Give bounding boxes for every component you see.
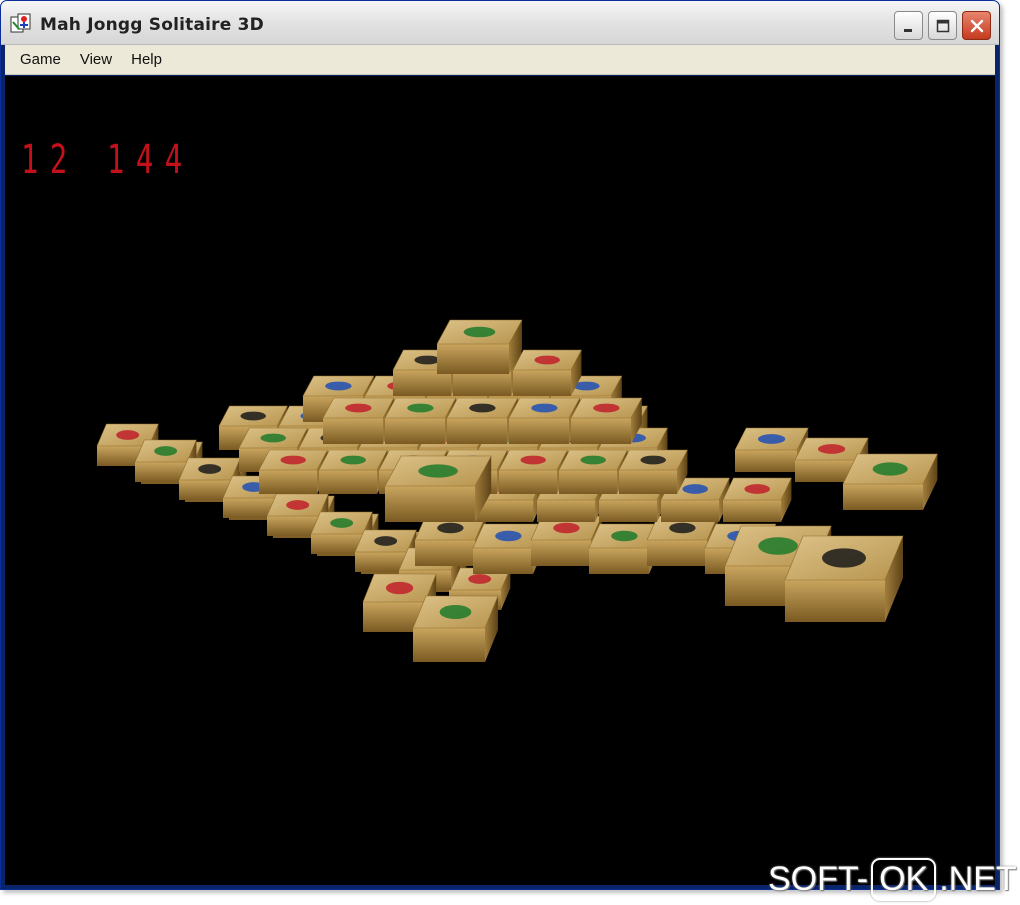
minimize-button[interactable] xyxy=(894,11,923,40)
mahjong-app-icon xyxy=(10,13,31,33)
mahjong-tile[interactable] xyxy=(446,397,519,444)
mahjong-tile[interactable] xyxy=(842,453,938,510)
app-window: Mah Jongg Solitaire 3D Game View Help 12… xyxy=(0,0,1000,890)
mahjong-tile[interactable] xyxy=(570,397,643,444)
mahjong-tile[interactable] xyxy=(318,449,388,494)
mahjong-tile[interactable] xyxy=(384,397,457,444)
mahjong-tile[interactable] xyxy=(384,455,492,522)
title-bar[interactable]: Mah Jongg Solitaire 3D xyxy=(1,1,999,45)
minimize-icon xyxy=(903,28,912,32)
menu-bar: Game View Help xyxy=(5,45,995,75)
mahjong-tile[interactable] xyxy=(558,449,628,494)
watermark: SOFT- OK .NET xyxy=(768,857,1017,901)
mahjong-tile[interactable] xyxy=(784,535,904,622)
mahjong-tile[interactable] xyxy=(618,449,688,494)
maximize-button[interactable] xyxy=(928,11,957,40)
watermark-right: .NET xyxy=(939,859,1017,898)
mahjong-board[interactable] xyxy=(5,76,995,885)
menu-game[interactable]: Game xyxy=(11,49,70,70)
mahjong-tile[interactable] xyxy=(258,449,328,494)
close-button[interactable] xyxy=(962,11,991,40)
game-viewport[interactable]: 12 144 xyxy=(5,76,995,885)
mahjong-tile[interactable] xyxy=(508,397,581,444)
mahjong-tile[interactable] xyxy=(722,477,792,522)
watermark-left: SOFT- xyxy=(768,859,869,898)
mahjong-tile[interactable] xyxy=(512,349,582,396)
tile-layout xyxy=(96,319,938,662)
watermark-box: OK xyxy=(871,857,937,901)
mahjong-tile[interactable] xyxy=(436,319,523,374)
mahjong-tile[interactable] xyxy=(498,449,568,494)
window-title: Mah Jongg Solitaire 3D xyxy=(40,15,264,35)
menu-view[interactable]: View xyxy=(71,49,121,70)
maximize-icon xyxy=(936,19,949,32)
menu-help[interactable]: Help xyxy=(122,49,171,70)
close-icon xyxy=(970,19,983,32)
mahjong-tile[interactable] xyxy=(412,595,499,662)
mahjong-tile[interactable] xyxy=(322,397,395,444)
